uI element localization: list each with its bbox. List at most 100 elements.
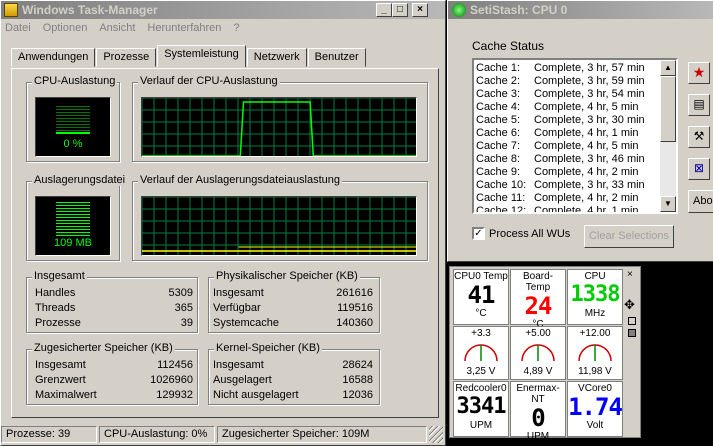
stat-row: Insgesamt 28624 — [213, 359, 373, 371]
cell-unit: Volt — [586, 420, 604, 431]
cache-list-item[interactable]: Cache 2: Complete, 3 hr, 59 min — [474, 75, 676, 88]
cell-value: 3,25 V — [466, 366, 496, 377]
cell-label: +3.3 — [471, 328, 491, 339]
task-manager-titlebar[interactable]: Windows Task-Manager _ □ × — [1, 1, 445, 19]
cache-name: Cache 7: — [476, 140, 521, 152]
pagefile-history-group: Verlauf der Auslagerungsdateiauslastung — [132, 174, 428, 261]
tab-prozesse[interactable]: Prozesse — [96, 48, 157, 67]
cell-label: Board-Temp — [522, 271, 553, 293]
cell-value: 11,98 V — [578, 366, 612, 377]
cache-name: Cache 5: — [476, 114, 521, 126]
cache-rows: Cache 1: Complete, 3 hr, 57 min Cache 2: Co… — [474, 60, 676, 212]
tab-netzwerk[interactable]: Netzwerk — [246, 48, 307, 67]
tab-systemleistung[interactable]: Systemleistung — [157, 45, 246, 67]
close-button[interactable]: × — [412, 3, 428, 17]
status-commit: Zugesicherter Speicher: 109M — [217, 426, 427, 443]
physical-memory-title: Physikalischer Speicher (KB) — [214, 270, 360, 282]
cache-list-item[interactable]: Cache 9: Complete, 4 hr, 2 min — [474, 166, 676, 179]
toolbar-star-button[interactable]: ★ — [688, 62, 710, 84]
mbm-lock-icon[interactable] — [628, 329, 636, 337]
abort-button[interactable]: Abo — [688, 190, 713, 213]
cache-name: Cache 1: — [476, 62, 521, 74]
menu-bar: Datei Optionen Ansicht Herunterfahren ? — [1, 19, 445, 37]
cpu-usage-value: 0 % — [63, 138, 83, 150]
cell-value: 1338 — [570, 282, 621, 307]
tab-benutzer[interactable]: Benutzer — [307, 48, 366, 67]
kernel-memory-group: Kernel-Speicher (KB) Insgesamt 28624 Ausg… — [208, 342, 380, 405]
stat-label: Verfügbar — [213, 302, 261, 314]
stat-row: Prozesse 39 — [35, 317, 193, 329]
cache-status: Complete, 3 hr, 30 min — [534, 114, 645, 126]
volt-33-cell: +3.3 3,25 V — [453, 326, 509, 380]
gauge-icon — [578, 344, 612, 362]
toolbar-tools-button[interactable]: ⚒ — [688, 126, 710, 148]
menu-ansicht[interactable]: Ansicht — [99, 22, 135, 34]
cell-value: 0 — [531, 404, 545, 432]
cache-name: Cache 10: — [476, 179, 527, 191]
menu-herunterfahren[interactable]: Herunterfahren — [147, 22, 221, 34]
checkbox-box[interactable]: ✓ — [472, 227, 485, 240]
setistash-titlebar[interactable]: SetiStash: CPU 0 — [448, 1, 713, 19]
mbm-close-icon[interactable]: × — [627, 269, 633, 280]
volt-5-cell: +5.00 4,89 V — [510, 326, 566, 380]
commit-memory-group: Zugesicherter Speicher (KB) Insgesamt 112… — [26, 342, 198, 405]
stat-value: 129932 — [156, 389, 193, 401]
scroll-thumb[interactable] — [660, 76, 676, 142]
cache-list-item[interactable]: Cache 4: Complete, 4 hr, 5 min — [474, 101, 676, 114]
cache-list-item[interactable]: Cache 7: Complete, 4 hr, 5 min — [474, 140, 676, 153]
process-all-checkbox[interactable]: ✓ Process All WUs — [472, 227, 570, 240]
menu-datei[interactable]: Datei — [5, 22, 31, 34]
cell-label: +12.00 — [579, 328, 611, 339]
clear-selections-button[interactable]: Clear Selections — [584, 225, 674, 248]
cache-list-item[interactable]: Cache 6: Complete, 4 hr, 1 min — [474, 127, 676, 140]
stat-label: Maximalwert — [35, 389, 97, 401]
stat-value: 12036 — [342, 389, 373, 401]
cell-label: CPU — [584, 271, 606, 282]
cache-scrollbar[interactable]: ▲ ▼ — [660, 60, 676, 212]
cache-list-item[interactable]: Cache 3: Complete, 3 hr, 54 min — [474, 88, 676, 101]
cache-status: Complete, 3 hr, 57 min — [534, 62, 645, 74]
stat-value: 140360 — [336, 317, 373, 329]
cache-list-item[interactable]: Cache 10: Complete, 3 hr, 33 min — [474, 179, 676, 192]
toolbar-copy-button[interactable]: ▤ — [688, 94, 710, 116]
stat-value: 261616 — [336, 287, 373, 299]
cell-label: +5.00 — [525, 328, 551, 339]
maximize-button[interactable]: □ — [392, 3, 408, 17]
stat-value: 1026960 — [150, 374, 193, 386]
menu-help[interactable]: ? — [233, 22, 239, 34]
commit-memory-title: Zugesicherter Speicher (KB) — [32, 342, 175, 354]
cpu-history-graph — [141, 97, 417, 157]
tab-anwendungen[interactable]: Anwendungen — [11, 48, 96, 67]
menu-optionen[interactable]: Optionen — [43, 22, 88, 34]
cpu-usage-bar — [56, 106, 90, 132]
stat-label: Prozesse — [35, 317, 81, 329]
cache-list-item[interactable]: Cache 11: Complete, 4 hr, 2 min — [474, 192, 676, 205]
stat-label: Nicht ausgelagert — [213, 389, 299, 401]
mbm-minimize-icon[interactable] — [628, 317, 636, 325]
cache-list-item[interactable]: Cache 8: Complete, 3 hr, 46 min — [474, 153, 676, 166]
cell-unit: UPM — [526, 431, 550, 442]
scroll-down-icon[interactable]: ▼ — [660, 196, 676, 212]
scroll-up-icon[interactable]: ▲ — [660, 60, 676, 76]
cache-status: Complete, 3 hr, 59 min — [534, 75, 645, 87]
stat-label: Insgesamt — [213, 359, 264, 371]
window-title: Windows Task-Manager — [22, 3, 158, 17]
task-manager-window: Windows Task-Manager _ □ × Datei Optione… — [0, 0, 446, 446]
mbm-move-icon[interactable]: ✥ — [624, 297, 635, 313]
resize-grip[interactable] — [429, 426, 443, 443]
cache-list-item[interactable]: Cache 5: Complete, 3 hr, 30 min — [474, 114, 676, 127]
physical-memory-group: Physikalischer Speicher (KB) Insgesamt 26… — [208, 270, 380, 333]
cache-list[interactable]: Cache 1: Complete, 3 hr, 57 min Cache 2: Co… — [472, 58, 678, 214]
minimize-button[interactable]: _ — [376, 3, 392, 17]
stat-value: 16588 — [342, 374, 373, 386]
stat-row: Insgesamt 112456 — [35, 359, 193, 371]
pagefile-group: Auslagerungsdatei 109 MB — [26, 174, 128, 261]
cache-status: Complete, 3 hr, 46 min — [534, 153, 645, 165]
stat-label: Ausgelagert — [213, 374, 272, 386]
toolbar-close-window-button[interactable]: ⊠ — [688, 158, 710, 180]
cache-list-item[interactable]: Cache 12: Complete, 4 hr, 1 min — [474, 205, 676, 212]
gauge-icon — [521, 344, 555, 362]
task-manager-icon — [4, 3, 18, 17]
cache-list-item[interactable]: Cache 1: Complete, 3 hr, 57 min — [474, 62, 676, 75]
cell-unit: UPM — [469, 420, 493, 431]
